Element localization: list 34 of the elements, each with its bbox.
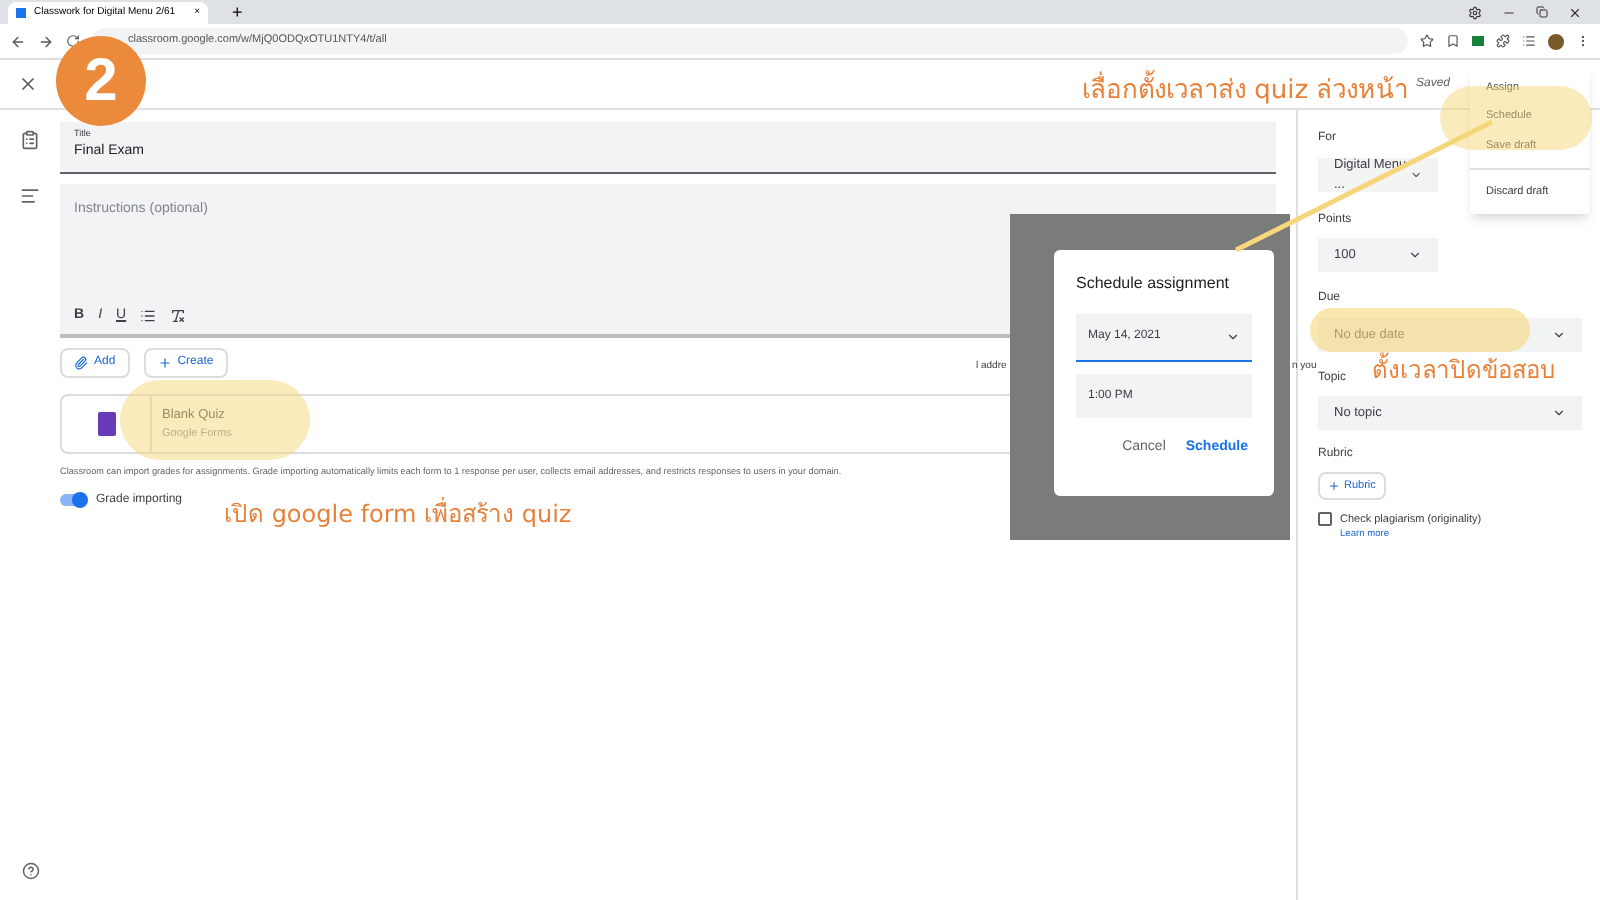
settings-icon[interactable] <box>1468 5 1482 19</box>
clear-format-icon[interactable] <box>170 307 187 324</box>
annotation-text: ตั้งเวลาปิดข้อสอบ <box>1372 352 1556 388</box>
caret-icon <box>1408 248 1422 262</box>
playlist-icon[interactable] <box>1522 34 1536 48</box>
classroom-icon <box>16 8 26 18</box>
plagiarism-checkbox[interactable] <box>1318 512 1332 526</box>
grade-importing-toggle[interactable] <box>60 494 86 507</box>
puzzle-icon[interactable] <box>1496 34 1510 48</box>
caret-icon <box>1552 328 1566 342</box>
forms-icon <box>97 412 115 436</box>
caret-icon <box>1226 330 1240 344</box>
description-icon <box>20 186 40 206</box>
close-icon[interactable] <box>18 74 38 94</box>
list-icon[interactable] <box>140 307 157 324</box>
help-icon[interactable] <box>21 862 39 880</box>
avatar[interactable] <box>1548 33 1564 49</box>
back-icon[interactable] <box>10 33 26 49</box>
close-icon[interactable] <box>1568 5 1582 19</box>
menu-icon[interactable] <box>1576 34 1590 48</box>
plus-icon <box>1328 480 1340 492</box>
paperclip-icon <box>74 356 88 370</box>
annotation-text: เลื่อกตั้งเวลาส่ง quiz ล่วงหน้า <box>1082 72 1409 111</box>
annotation-text: เปิด google form เพื่อสร้าง quiz <box>224 496 572 532</box>
caret-icon <box>1409 168 1422 182</box>
assignment-icon <box>20 130 40 150</box>
forward-icon[interactable] <box>38 33 54 49</box>
new-tab-button[interactable]: + <box>232 2 243 24</box>
restore-icon[interactable] <box>1536 6 1548 18</box>
dialog-title: Schedule assignment <box>1076 272 1231 296</box>
reload-icon[interactable] <box>66 34 80 48</box>
caret-icon <box>1552 406 1566 420</box>
plus-icon <box>157 356 172 370</box>
star-icon[interactable] <box>1420 34 1434 48</box>
